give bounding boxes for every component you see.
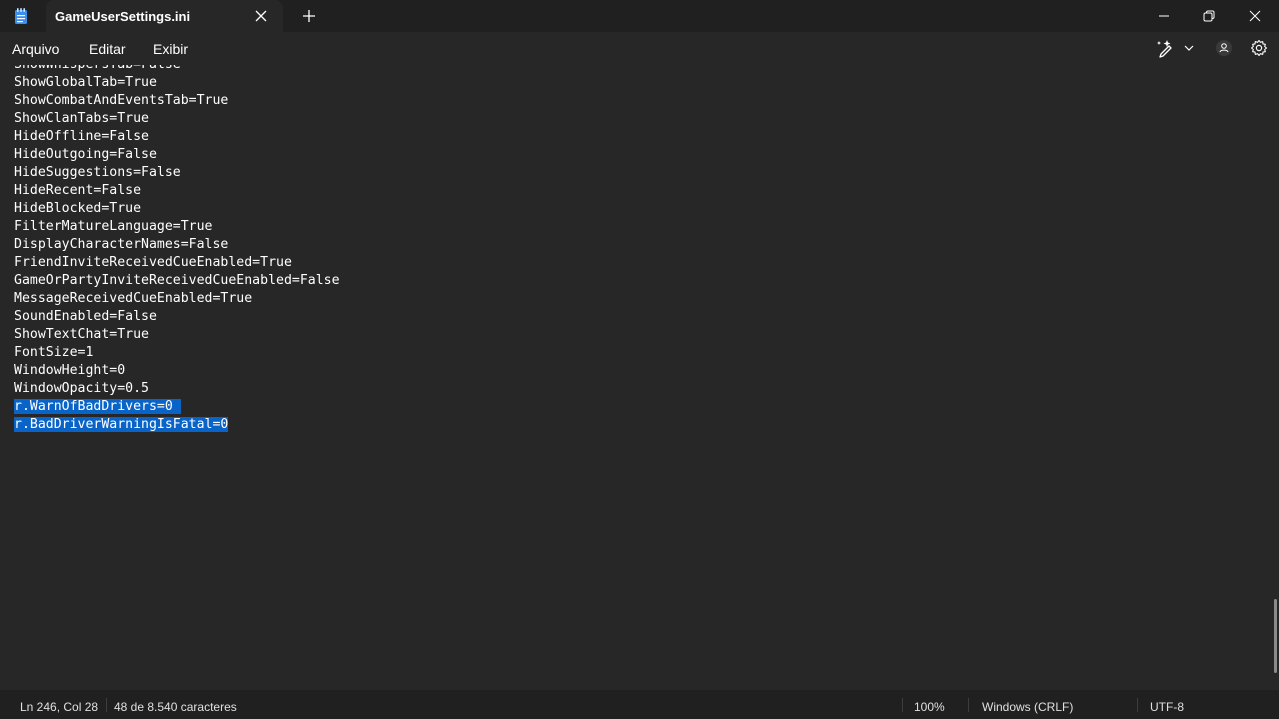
text-line[interactable]: HideOffline=False	[14, 128, 340, 146]
text-line[interactable]: FilterMatureLanguage=True	[14, 218, 340, 236]
text-line[interactable]: HideRecent=False	[14, 182, 340, 200]
close-icon[interactable]	[252, 7, 270, 25]
text-line[interactable]: FriendInviteReceivedCueEnabled=True	[14, 254, 340, 272]
close-icon	[1249, 10, 1261, 22]
menu-editar[interactable]: Editar	[89, 41, 126, 57]
status-divider	[968, 698, 969, 712]
text-line[interactable]: ShowTextChat=True	[14, 326, 340, 344]
line-text: r.BadDriverWarningIsFatal=0	[14, 417, 229, 432]
plus-icon[interactable]	[300, 7, 318, 25]
text-line[interactable]: HideOutgoing=False	[14, 146, 340, 164]
cursor-position: Ln 246, Col 28	[20, 700, 99, 714]
status-divider	[1137, 698, 1138, 712]
gear-icon[interactable]	[1250, 39, 1268, 57]
line-text: r.WarnOfBadDrivers=0	[14, 399, 181, 414]
text-line[interactable]: HideSuggestions=False	[14, 164, 340, 182]
vertical-scrollbar[interactable]	[1272, 65, 1279, 690]
tab-document[interactable]: GameUserSettings.ini	[46, 0, 283, 32]
line-text: ShowTextChat=True	[14, 327, 149, 342]
text-line[interactable]: SoundEnabled=False	[14, 308, 340, 326]
restore-icon	[1203, 10, 1215, 22]
notepad-icon	[15, 8, 27, 24]
menu-arquivo[interactable]: Arquivo	[12, 41, 59, 57]
title-bar: GameUserSettings.ini	[0, 0, 1279, 32]
minimize-button[interactable]	[1141, 0, 1187, 32]
text-line[interactable]: ShowCombatAndEventsTab=True	[14, 92, 340, 110]
line-text: ShowCombatAndEventsTab=True	[14, 93, 229, 108]
zoom-level[interactable]: 100%	[914, 700, 945, 714]
line-text: HideSuggestions=False	[14, 165, 181, 180]
line-text: MessageReceivedCueEnabled=True	[14, 291, 253, 306]
line-text: WindowHeight=0	[14, 363, 126, 378]
line-text: GameOrPartyInviteReceivedCueEnabled=Fals…	[14, 273, 340, 288]
status-divider	[902, 698, 903, 712]
line-text: FontSize=1	[14, 345, 94, 360]
restore-button[interactable]	[1186, 0, 1232, 32]
status-bar: Ln 246, Col 28 48 de 8.540 caracteres 10…	[0, 690, 1279, 719]
text-line[interactable]: HideBlocked=True	[14, 200, 340, 218]
text-line[interactable]: FontSize=1	[14, 344, 340, 362]
line-text: SoundEnabled=False	[14, 309, 157, 324]
line-text: ShowClanTabs=True	[14, 111, 149, 126]
line-text: FriendInviteReceivedCueEnabled=True	[14, 255, 292, 270]
line-text: HideRecent=False	[14, 183, 142, 198]
menu-bar: Arquivo Editar Exibir	[0, 32, 1279, 65]
line-text: ShowWhispersTab=False	[14, 65, 181, 72]
minimize-icon	[1159, 15, 1169, 17]
chevron-down-icon[interactable]	[1183, 43, 1195, 53]
line-text: DisplayCharacterNames=False	[14, 237, 229, 252]
line-text: ShowGlobalTab=True	[14, 75, 157, 90]
line-ending[interactable]: Windows (CRLF)	[982, 700, 1073, 714]
character-count: 48 de 8.540 caracteres	[114, 700, 237, 714]
line-text: HideOffline=False	[14, 129, 149, 144]
encoding[interactable]: UTF-8	[1150, 700, 1184, 714]
line-text: HideBlocked=True	[14, 201, 142, 216]
account-icon[interactable]	[1215, 39, 1233, 57]
text-line[interactable]: r.WarnOfBadDrivers=0	[14, 398, 340, 416]
text-line[interactable]: r.BadDriverWarningIsFatal=0	[14, 416, 340, 434]
line-text: HideOutgoing=False	[14, 147, 157, 162]
text-line[interactable]: WindowHeight=0	[14, 362, 340, 380]
text-line[interactable]: ShowGlobalTab=True	[14, 74, 340, 92]
text-line[interactable]: ShowWhispersTab=False	[14, 65, 340, 74]
editor-content[interactable]: ShowWhispersTab=False ShowGlobalTab=True S…	[14, 65, 340, 434]
text-line[interactable]: MessageReceivedCueEnabled=True	[14, 290, 340, 308]
text-editor[interactable]: ShowWhispersTab=False ShowGlobalTab=True S…	[0, 65, 1272, 690]
sparkle-pen-icon[interactable]	[1156, 38, 1176, 58]
line-text: WindowOpacity=0.5	[14, 381, 149, 396]
text-line[interactable]: DisplayCharacterNames=False	[14, 236, 340, 254]
text-line[interactable]: ShowClanTabs=True	[14, 110, 340, 128]
text-line[interactable]: WindowOpacity=0.5	[14, 380, 340, 398]
menu-exibir[interactable]: Exibir	[153, 41, 188, 57]
line-text: FilterMatureLanguage=True	[14, 219, 213, 234]
text-line[interactable]: GameOrPartyInviteReceivedCueEnabled=Fals…	[14, 272, 340, 290]
status-divider	[106, 698, 107, 712]
tab-title: GameUserSettings.ini	[55, 9, 191, 24]
scrollbar-thumb[interactable]	[1274, 599, 1277, 673]
close-window-button[interactable]	[1232, 0, 1278, 32]
